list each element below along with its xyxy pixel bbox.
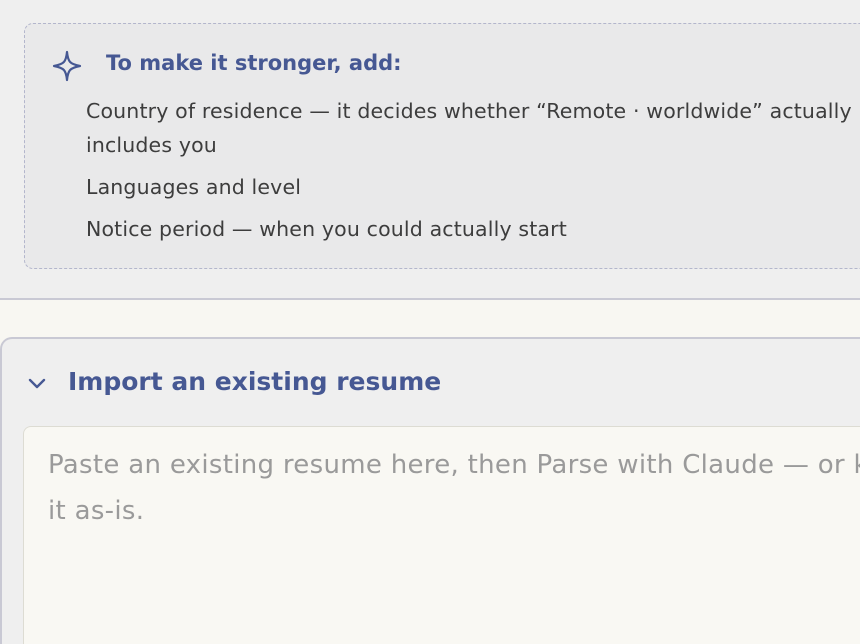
tip-country-continued: includes you <box>86 133 217 157</box>
textarea-placeholder-line2: it as-is. <box>48 496 145 526</box>
chevron-down-icon[interactable] <box>26 373 48 395</box>
import-resume-toggle[interactable]: Import an existing resume <box>68 367 441 396</box>
section-divider <box>0 300 860 337</box>
tip-notice-period: Notice period — when you could actually … <box>86 217 567 241</box>
textarea-placeholder-line1: Paste an existing resume here, then Pars… <box>48 450 860 480</box>
resume-builder-page: To make it stronger, add: Country of res… <box>0 0 860 644</box>
tip-country: Country of residence — it decides whethe… <box>86 99 852 123</box>
tip-languages: Languages and level <box>86 175 302 199</box>
sparkle-icon <box>52 50 82 82</box>
tips-title: To make it stronger, add: <box>106 51 402 75</box>
